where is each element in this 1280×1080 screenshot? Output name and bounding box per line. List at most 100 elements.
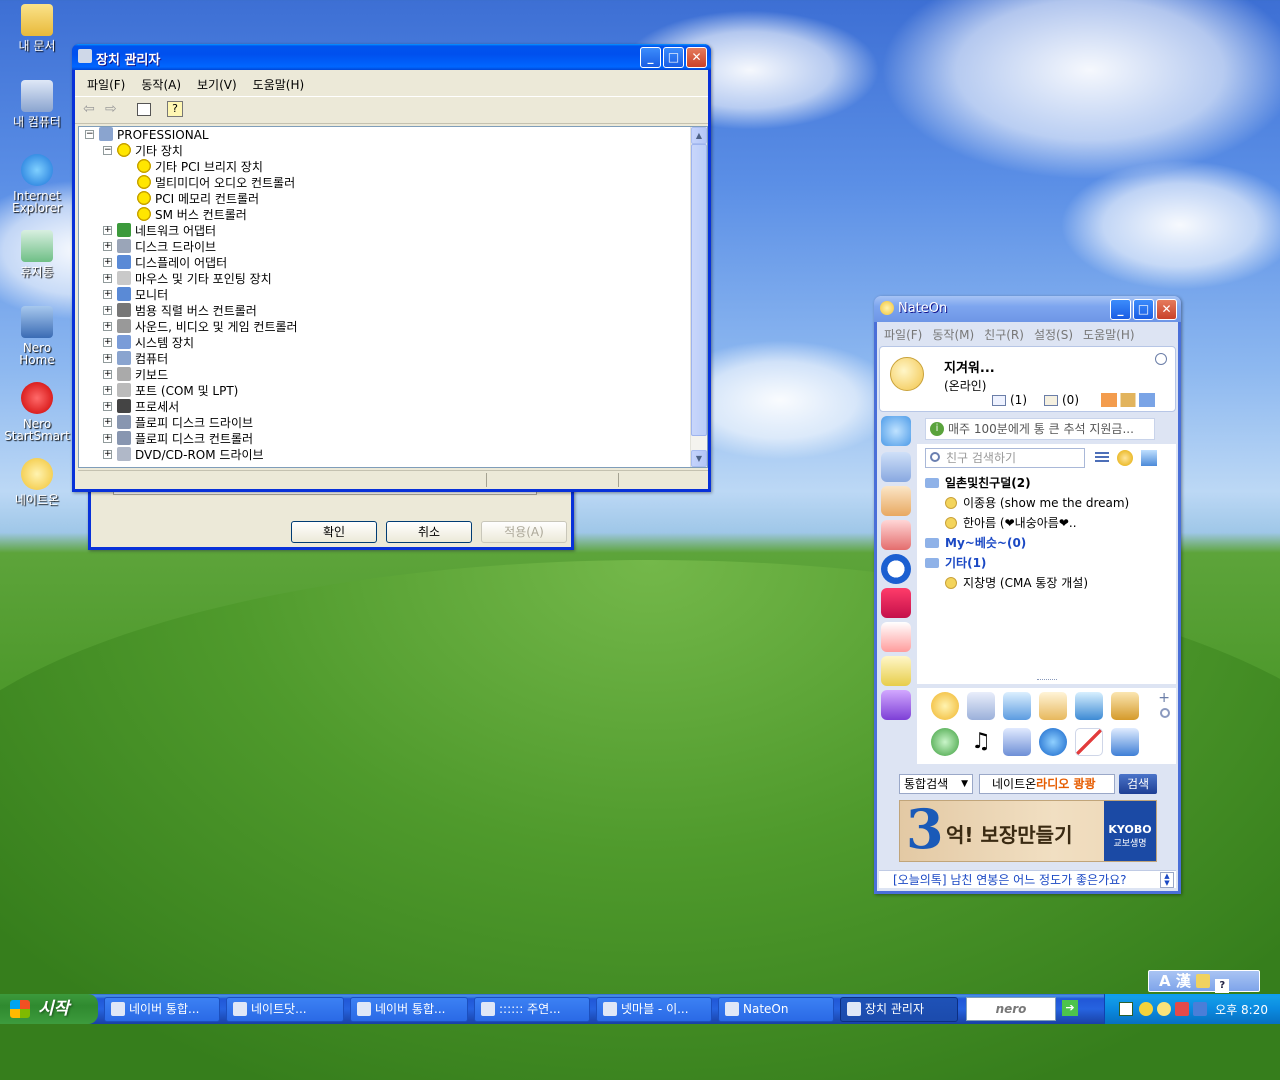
ime-pad-icon[interactable]	[1196, 974, 1211, 988]
tools-icon[interactable]	[1160, 708, 1170, 718]
friend-group[interactable]: My~베슷~(0)	[925, 534, 1026, 552]
menu-help[interactable]: 도움말(H)	[245, 74, 313, 95]
nateon-minimize-button[interactable]: _	[1110, 299, 1131, 320]
menu-view[interactable]: 보기(V)	[189, 74, 245, 95]
friend-group[interactable]: 일촌및친구덜(2)	[925, 474, 1031, 492]
check-list-icon[interactable]	[1111, 728, 1139, 756]
properties-help-icon[interactable]: ?	[167, 101, 183, 117]
tray-nateon-icon[interactable]	[1119, 1002, 1133, 1016]
pentalk-icon[interactable]	[881, 690, 911, 720]
ad-banner[interactable]: 3 억! 보장만들기 KYOBO 교보생명	[899, 800, 1157, 862]
memo-write-icon[interactable]	[1039, 692, 1067, 720]
nateon-menu-settings[interactable]: 설정(S)	[1029, 326, 1078, 343]
tree-category[interactable]: 컴퓨터	[117, 351, 168, 367]
desktop-icon-my-computer[interactable]: 내 컴퓨터	[4, 80, 70, 128]
list-view-icon[interactable]	[1095, 452, 1109, 464]
friend-item[interactable]: 지창명 (CMA 통장 개설)	[945, 574, 1171, 592]
footer-link[interactable]: [오늘의톡] 남친 연봉은 어느 정도가 좋은가요? ▲ ▼	[879, 870, 1176, 888]
tree-other-devices[interactable]: 기타 장치	[117, 143, 183, 159]
expand-category[interactable]: +	[103, 370, 112, 379]
friend-item[interactable]: 이종용 (show me the dream)	[945, 494, 1171, 512]
address-book-icon[interactable]	[1111, 692, 1139, 720]
nero-search-box[interactable]: nero	[966, 997, 1056, 1021]
tree-category[interactable]: DVD/CD-ROM 드라이브	[117, 447, 264, 463]
nateon-menu-action[interactable]: 동작(M)	[927, 326, 979, 343]
expand-category[interactable]: +	[103, 322, 112, 331]
expand-category[interactable]: +	[103, 450, 112, 459]
tree-category[interactable]: 시스템 장치	[117, 335, 194, 351]
friend-item[interactable]: 한아름 (❤내숭아름❤..	[945, 514, 1171, 532]
tree-device-item[interactable]: PCI 메모리 컨트롤러	[137, 191, 259, 207]
scroll-down-icon[interactable]: ▼	[691, 450, 707, 467]
note-icon[interactable]	[881, 486, 911, 516]
expand-category[interactable]: +	[103, 354, 112, 363]
back-arrow-icon[interactable]: ⇦	[83, 101, 95, 117]
taskbar-button[interactable]: 네이버 통합...	[350, 997, 468, 1022]
notice-banner[interactable]: i 매주 100분에게 통 큰 추석 지원금...	[925, 418, 1155, 440]
language-bar[interactable]: A 漢 ?	[1148, 970, 1260, 993]
menu-file[interactable]: 파일(F)	[79, 74, 133, 95]
expand-category[interactable]: +	[103, 434, 112, 443]
add-plus-icon[interactable]: +	[1158, 690, 1170, 706]
expand-category[interactable]: +	[103, 306, 112, 315]
desktop-icon-nero-home[interactable]: Nero Home	[4, 306, 70, 366]
tree-category[interactable]: 포트 (COM 및 LPT)	[117, 383, 238, 399]
expand-category[interactable]: +	[103, 418, 112, 427]
expand-root[interactable]: −	[85, 130, 94, 139]
tree-category[interactable]: 사운드, 비디오 및 게임 컨트롤러	[117, 319, 298, 335]
remote-icon[interactable]	[931, 728, 959, 756]
resize-grip[interactable]	[1037, 679, 1057, 682]
maximize-button[interactable]: □	[663, 47, 684, 68]
nateon-maximize-button[interactable]: □	[1133, 299, 1154, 320]
tree-category[interactable]: 디스크 드라이브	[117, 239, 216, 255]
flower-icon[interactable]	[881, 622, 911, 652]
video-call-icon[interactable]	[1003, 692, 1031, 720]
apply-button[interactable]: 적용(A)	[481, 521, 567, 543]
tree-device-item[interactable]: SM 버스 컨트롤러	[137, 207, 247, 223]
tree-view-icon[interactable]	[137, 103, 151, 116]
friend-search-input[interactable]: 친구 검색하기	[925, 448, 1085, 468]
clock[interactable]: 오후 8:20	[1215, 1001, 1268, 1018]
tray-network-icon[interactable]	[1175, 1002, 1189, 1016]
friend-group[interactable]: 기타(1)	[925, 554, 986, 572]
tree-vertical-scrollbar[interactable]: ▲ ▼	[690, 127, 707, 467]
desktop-icon-nateon[interactable]: 네이트온	[4, 458, 70, 506]
tree-category[interactable]: 프로세서	[117, 399, 179, 415]
expand-category[interactable]: +	[103, 258, 112, 267]
web-search-input[interactable]: 네이트온라디오 쾅쾅	[979, 774, 1115, 794]
tree-category[interactable]: 플로피 디스크 드라이브	[117, 415, 253, 431]
expand-category[interactable]: +	[103, 402, 112, 411]
text-message-icon[interactable]	[931, 692, 959, 720]
nateon-close-button[interactable]: ✕	[1156, 299, 1177, 320]
globe-icon[interactable]	[1039, 728, 1067, 756]
tree-category[interactable]: 네트워크 어댑터	[117, 223, 216, 239]
add-group-icon[interactable]	[1141, 450, 1157, 466]
scroll-thumb[interactable]	[691, 144, 707, 436]
footer-scroll-icon[interactable]: ▲ ▼	[1160, 872, 1174, 888]
search-type-select[interactable]: 통합검색 ▼	[899, 774, 973, 794]
taskbar-button[interactable]: 넷마블 - 이...	[596, 997, 712, 1022]
cancel-button[interactable]: 취소	[386, 521, 472, 543]
tree-root[interactable]: PROFESSIONAL	[99, 127, 209, 143]
minihompy-icon[interactable]	[881, 452, 911, 482]
stock-chart-icon[interactable]	[1075, 728, 1103, 756]
expand-category[interactable]: +	[103, 226, 112, 235]
go-arrow-icon[interactable]: ➔	[1062, 1000, 1078, 1016]
tree-device-item[interactable]: 멀티미디어 오디오 컨트롤러	[137, 175, 295, 191]
mail-icon[interactable]	[992, 395, 1006, 406]
expand-category[interactable]: +	[103, 386, 112, 395]
web-search-button[interactable]: 검색	[1119, 774, 1157, 794]
expand-other-devices[interactable]: −	[103, 146, 112, 155]
desktop-icon-nero-startsmart[interactable]: Nero StartSmart	[4, 382, 70, 442]
shortcut-icons[interactable]	[1101, 393, 1155, 407]
nateon-titlebar[interactable]: NateOn _ □ ✕	[874, 296, 1181, 322]
taskbar-button[interactable]: NateOn	[718, 997, 834, 1022]
photo-icon[interactable]	[881, 520, 911, 550]
user-name[interactable]: 지겨워...	[944, 357, 995, 376]
memo-count[interactable]: (0)	[1062, 393, 1079, 407]
tree-category[interactable]: 플로피 디스크 컨트롤러	[117, 431, 253, 447]
taskbar-button[interactable]: :::::: 주연...	[474, 997, 590, 1022]
taskbar-button[interactable]: 네이트닷...	[226, 997, 344, 1022]
help-icon[interactable]: ?	[1215, 979, 1230, 993]
scroll-up-icon[interactable]: ▲	[691, 127, 707, 144]
